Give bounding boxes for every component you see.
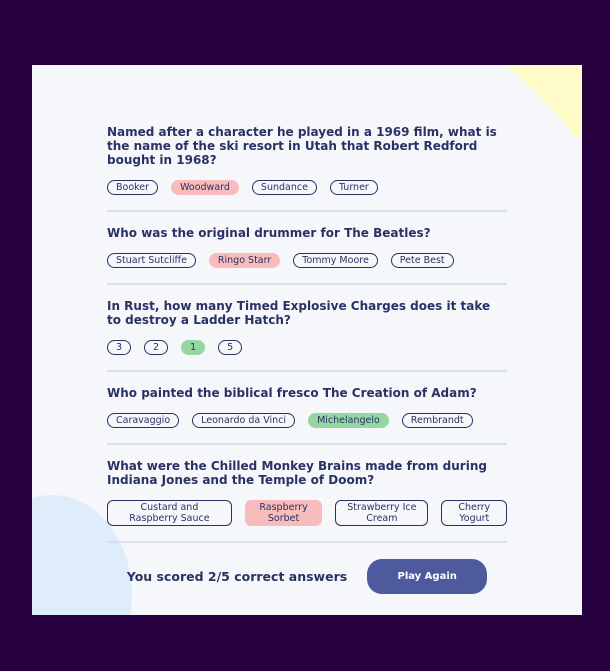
answer-option-correct[interactable]: 1 [181,340,206,355]
answer-option[interactable]: Leonardo da Vinci [192,413,296,428]
question-2: Who was the original drummer for The Bea… [107,226,507,285]
answer-list: Caravaggio Leonardo da Vinci Michelangel… [107,413,507,428]
answer-option-correct[interactable]: Michelangelo [308,413,389,428]
answer-option[interactable]: 2 [144,340,169,355]
results-footer: You scored 2/5 correct answers Play Agai… [107,559,507,594]
answer-list: Stuart Sutcliffe Ringo Starr Tommy Moore… [107,253,507,268]
answer-option[interactable]: 5 [218,340,243,355]
score-text: You scored 2/5 correct answers [126,569,348,584]
question-3: In Rust, how many Timed Explosive Charge… [107,299,507,372]
question-text: What were the Chilled Monkey Brains made… [107,459,487,487]
answer-list: Custard and Raspberry Sauce Raspberry So… [107,500,507,526]
answer-option[interactable]: Turner [329,180,378,195]
answer-option[interactable]: Strawberry Ice Cream [335,500,429,526]
decorative-blob-yellow [506,65,582,137]
answer-option[interactable]: Pete Best [390,253,454,268]
quiz-content: Named after a character he played in a 1… [107,125,507,594]
answer-option-wrong[interactable]: Woodward [171,180,239,195]
answer-option[interactable]: Caravaggio [107,413,180,428]
question-text: Who painted the biblical fresco The Crea… [107,386,477,400]
question-5: What were the Chilled Monkey Brains made… [107,459,507,543]
answer-option-wrong[interactable]: Raspberry Sorbet [244,500,323,526]
answer-option[interactable]: Rembrandt [401,413,473,428]
answer-option[interactable]: Cherry Yogurt [441,500,507,526]
answer-list: Booker Woodward Sundance Turner [107,180,507,195]
answer-option[interactable]: 3 [107,340,132,355]
answer-option[interactable]: Sundance [251,180,317,195]
answer-option[interactable]: Stuart Sutcliffe [107,253,196,268]
answer-option-wrong[interactable]: Ringo Starr [208,253,281,268]
answer-option[interactable]: Booker [107,180,159,195]
question-text: Named after a character he played in a 1… [107,125,497,167]
question-4: Who painted the biblical fresco The Crea… [107,386,507,445]
question-1: Named after a character he played in a 1… [107,125,507,212]
question-text: Who was the original drummer for The Bea… [107,226,431,240]
answer-option[interactable]: Custard and Raspberry Sauce [107,500,232,526]
question-text: In Rust, how many Timed Explosive Charge… [107,299,491,327]
play-again-button[interactable]: Play Again [367,559,488,594]
quiz-card: Named after a character he played in a 1… [32,65,582,615]
answer-option[interactable]: Tommy Moore [293,253,378,268]
answer-list: 3 2 1 5 [107,340,507,355]
